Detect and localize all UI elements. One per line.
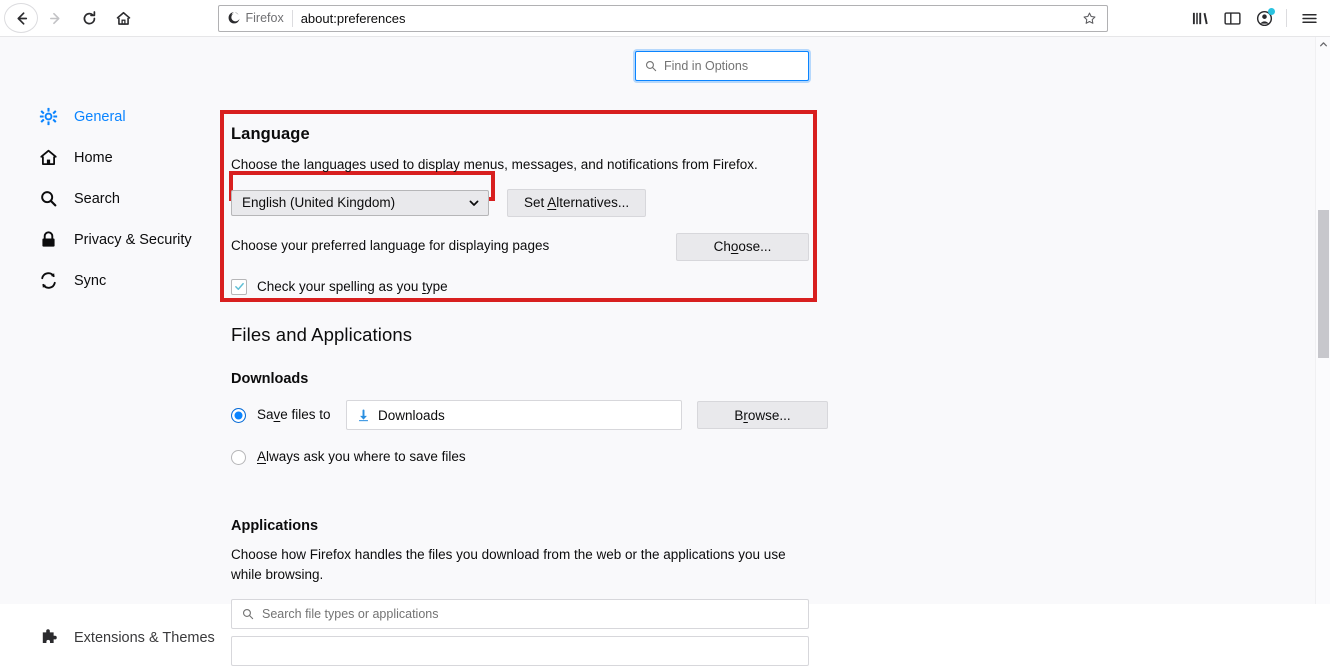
sidebar-item-extensions-themes[interactable]: Extensions & Themes bbox=[0, 617, 220, 658]
scrollbar-thumb[interactable] bbox=[1318, 210, 1329, 358]
url-text: about:preferences bbox=[301, 11, 1079, 26]
gear-icon bbox=[38, 107, 58, 127]
preferred-pages-row: Choose your preferred language for displ… bbox=[231, 233, 809, 261]
spellcheck-checkbox[interactable] bbox=[231, 279, 247, 295]
browse-accel: r bbox=[743, 408, 748, 423]
download-folder-field[interactable]: Downloads bbox=[346, 400, 682, 430]
identity-box[interactable]: Firefox bbox=[227, 10, 293, 27]
download-arrow-icon bbox=[357, 409, 370, 422]
save-files-to-radio[interactable] bbox=[231, 408, 246, 423]
sidebar-item-sync[interactable]: Sync bbox=[0, 260, 220, 301]
applications-heading: Applications bbox=[231, 518, 828, 534]
sidebar-item-search[interactable]: Search bbox=[0, 178, 220, 219]
files-and-applications-section: Files and Applications Downloads Save fi… bbox=[231, 324, 828, 666]
set-alternatives-button[interactable]: Set Alternatives... bbox=[507, 189, 646, 217]
spellcheck-accel: t bbox=[422, 279, 426, 294]
always-ask-row[interactable]: Always ask you where to save files bbox=[231, 447, 828, 468]
sidebar-item-label: Home bbox=[74, 150, 113, 166]
always-ask-radio[interactable] bbox=[231, 450, 246, 465]
sync-icon bbox=[38, 271, 58, 291]
sidebar-toggle-icon[interactable] bbox=[1217, 3, 1247, 33]
language-dropdown-value: English (United Kingdom) bbox=[242, 195, 395, 210]
save-files-to-accel: v bbox=[274, 407, 281, 422]
preferences-page: General Home bbox=[0, 37, 1330, 604]
scrollbar-track[interactable] bbox=[1318, 53, 1329, 210]
sidebar-item-label: Privacy & Security bbox=[74, 232, 192, 248]
applications-list-header bbox=[231, 636, 809, 666]
preferences-main: Find in Options Language Choose the lang… bbox=[220, 37, 1310, 604]
download-folder-value: Downloads bbox=[378, 408, 445, 423]
search-icon bbox=[242, 608, 254, 620]
find-in-options-wrapper: Find in Options bbox=[635, 51, 809, 81]
toolbar-divider bbox=[1286, 9, 1287, 27]
language-section: Language Choose the languages used to di… bbox=[231, 125, 809, 297]
language-heading: Language bbox=[231, 125, 809, 144]
search-icon bbox=[645, 60, 657, 72]
always-ask-label: Always ask you where to save files bbox=[257, 447, 466, 468]
sidebar-item-label: Search bbox=[74, 191, 120, 207]
save-files-to-label: Save files to bbox=[257, 405, 335, 426]
reload-icon bbox=[81, 10, 98, 27]
sidebar-item-home[interactable]: Home bbox=[0, 137, 220, 178]
spellcheck-label: Check your spelling as you type bbox=[257, 277, 448, 298]
checkmark-icon bbox=[234, 281, 245, 292]
app-menu-icon[interactable] bbox=[1294, 3, 1324, 33]
language-description: Choose the languages used to display men… bbox=[231, 155, 809, 176]
urlbar-container: Firefox about:preferences bbox=[140, 5, 1185, 32]
spellcheck-row[interactable]: Check your spelling as you type bbox=[231, 277, 809, 298]
home-icon bbox=[38, 148, 58, 168]
language-select-row: English (United Kingdom) Set Alternative… bbox=[231, 189, 809, 217]
sidebar-item-label: Extensions & Themes bbox=[74, 630, 215, 646]
navigation-buttons bbox=[0, 3, 140, 33]
language-dropdown[interactable]: English (United Kingdom) bbox=[231, 190, 489, 216]
downloads-heading: Downloads bbox=[231, 371, 828, 387]
preferences-sidebar: General Home bbox=[0, 37, 220, 604]
always-ask-accel: A bbox=[257, 449, 266, 464]
puzzle-icon bbox=[38, 628, 58, 648]
sidebar-item-privacy-security[interactable]: Privacy & Security bbox=[0, 219, 220, 260]
forward-button[interactable] bbox=[38, 3, 72, 33]
home-icon bbox=[115, 10, 132, 27]
back-button[interactable] bbox=[4, 3, 38, 33]
chevron-up-icon bbox=[1319, 40, 1328, 49]
chevron-down-icon bbox=[468, 197, 480, 209]
firefox-logo-icon bbox=[227, 11, 241, 25]
save-files-to-row: Save files to Downloads Browse... bbox=[231, 400, 828, 430]
home-button[interactable] bbox=[106, 3, 140, 33]
bookmark-star-icon[interactable] bbox=[1079, 7, 1101, 29]
preferred-pages-label: Choose your preferred language for displ… bbox=[231, 236, 549, 257]
search-placeholder: Find in Options bbox=[664, 59, 748, 73]
scrollbar-up-arrow[interactable] bbox=[1316, 37, 1330, 52]
page-scrollbar[interactable] bbox=[1315, 37, 1330, 604]
applications-subsection: Applications Choose how Firefox handles … bbox=[231, 518, 828, 666]
address-bar[interactable]: Firefox about:preferences bbox=[218, 5, 1108, 32]
downloads-subsection: Downloads Save files to Downloads Browse… bbox=[231, 371, 828, 468]
choose-button[interactable]: Choose... bbox=[676, 233, 809, 261]
applications-search-placeholder: Search file types or applications bbox=[262, 607, 438, 621]
choose-accel: o bbox=[731, 239, 739, 254]
lock-icon bbox=[38, 230, 58, 250]
files-and-applications-heading: Files and Applications bbox=[231, 324, 828, 346]
toolbar-right-icons bbox=[1185, 3, 1330, 33]
set-alternatives-accel: A bbox=[547, 195, 556, 210]
applications-description: Choose how Firefox handles the files you… bbox=[231, 545, 809, 586]
library-icon[interactable] bbox=[1185, 3, 1215, 33]
back-arrow-icon bbox=[13, 10, 30, 27]
browse-button[interactable]: Browse... bbox=[697, 401, 828, 429]
sidebar-item-label: General bbox=[74, 109, 126, 125]
search-input[interactable]: Find in Options bbox=[635, 51, 809, 81]
account-icon[interactable] bbox=[1249, 3, 1279, 33]
browser-toolbar: Firefox about:preferences bbox=[0, 0, 1330, 37]
sidebar-item-label: Sync bbox=[74, 273, 106, 289]
sidebar-item-general[interactable]: General bbox=[0, 96, 220, 137]
search-icon bbox=[38, 189, 58, 209]
reload-button[interactable] bbox=[72, 3, 106, 33]
applications-search-input[interactable]: Search file types or applications bbox=[231, 599, 809, 629]
identity-label: Firefox bbox=[246, 11, 284, 25]
forward-arrow-icon bbox=[47, 10, 64, 27]
account-badge bbox=[1268, 8, 1275, 15]
